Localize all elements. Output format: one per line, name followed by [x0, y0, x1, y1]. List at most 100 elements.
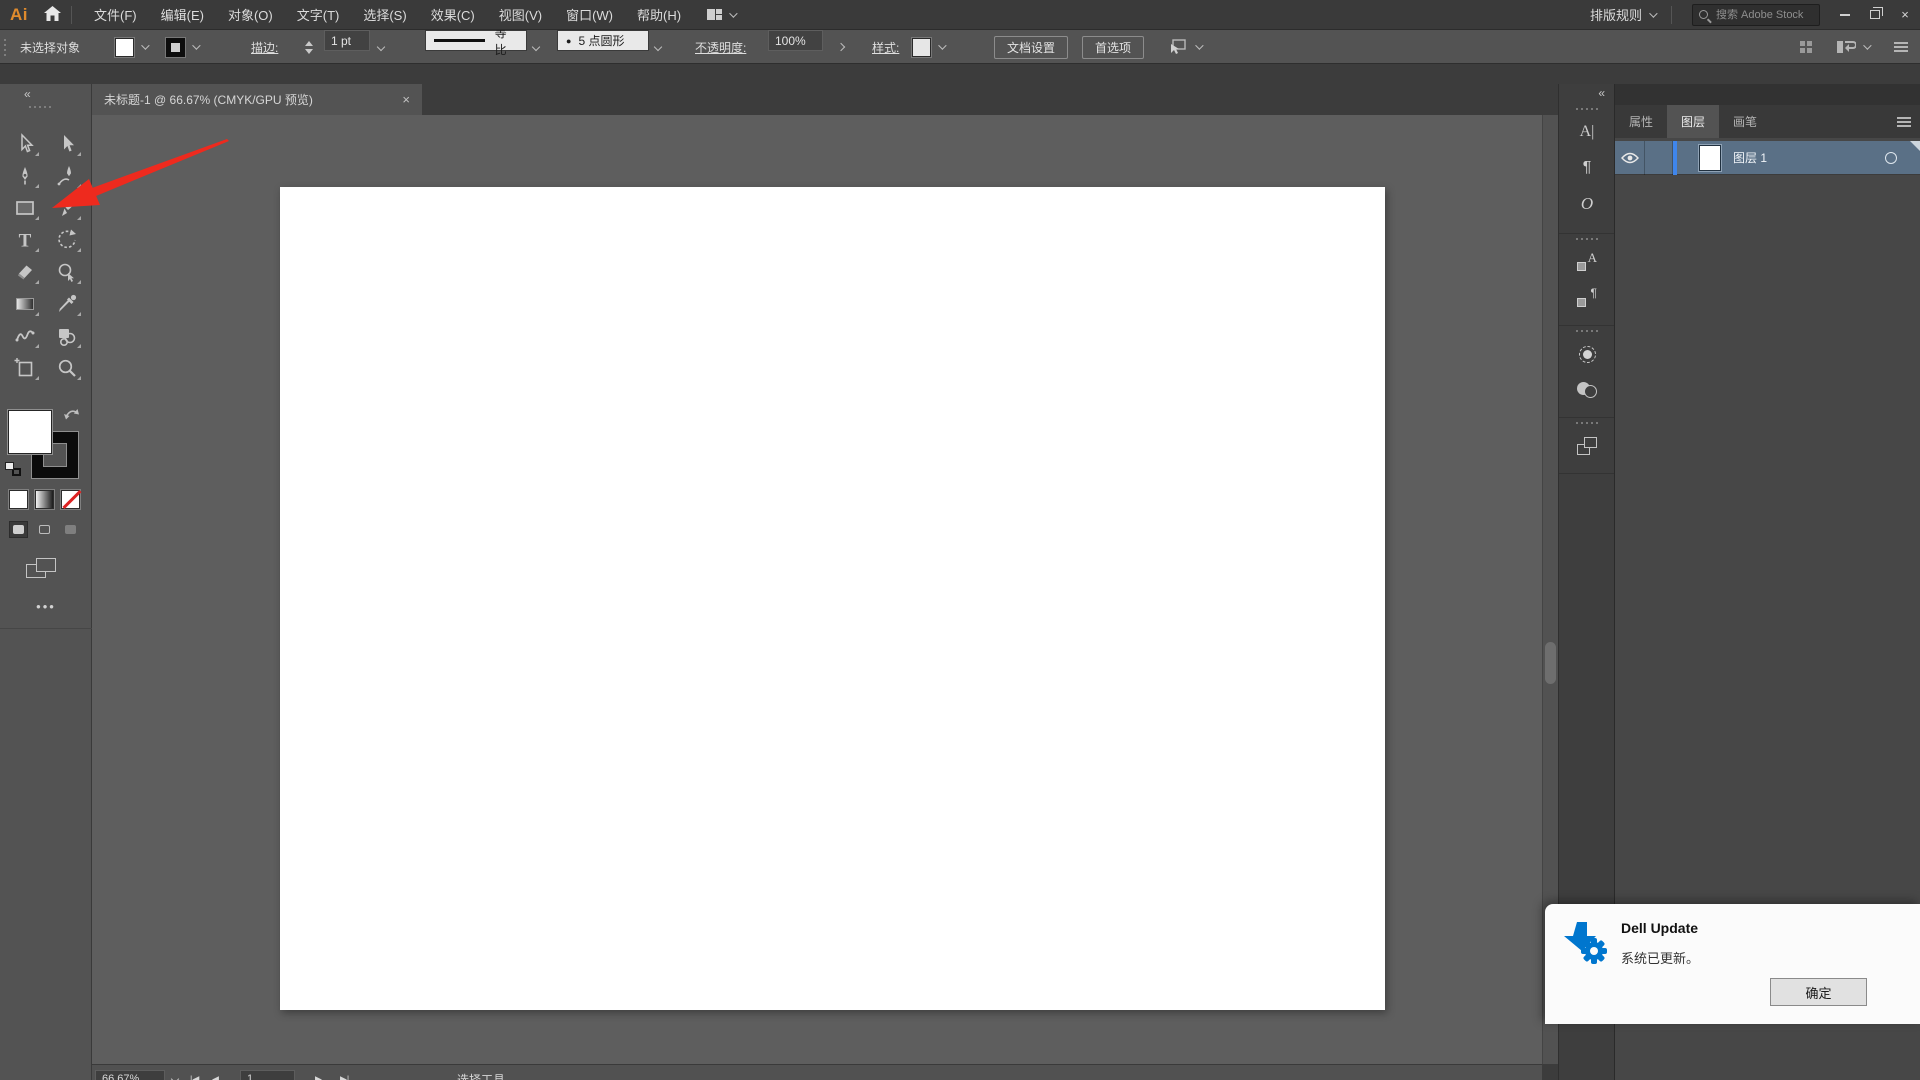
ok-button[interactable]: 确定	[1770, 978, 1867, 1006]
curvature-tool[interactable]	[49, 160, 85, 192]
drag-handle[interactable]	[4, 30, 6, 64]
stroke-profile-dropdown[interactable]: 等比	[425, 30, 527, 51]
screen-mode-button[interactable]	[24, 556, 68, 586]
menu-edit[interactable]: 编辑(E)	[149, 0, 216, 30]
layer-name[interactable]: 图层 1	[1733, 149, 1767, 166]
style-link[interactable]: 样式:	[872, 30, 899, 64]
opacity-field[interactable]: 100%	[768, 30, 823, 51]
control-panel-menu[interactable]	[1894, 30, 1908, 64]
pen-tool[interactable]	[7, 160, 43, 192]
dock-control-dropdown[interactable]	[1836, 30, 1869, 64]
drag-handle[interactable]	[1559, 234, 1615, 244]
stroke-weight-field[interactable]: 1 pt	[324, 30, 370, 51]
draw-normal-button[interactable]	[9, 521, 28, 538]
tab-layers[interactable]: 图层	[1667, 105, 1719, 138]
menu-window[interactable]: 窗口(W)	[554, 0, 625, 30]
gradient-tool[interactable]	[7, 288, 43, 320]
fill-color-box[interactable]	[8, 410, 52, 454]
transparency-panel-icon[interactable]	[1559, 372, 1615, 408]
drag-handle[interactable]	[1559, 418, 1615, 428]
color-mode-button[interactable]	[9, 490, 28, 509]
minimize-button[interactable]	[1830, 0, 1860, 30]
chevron-down-icon[interactable]	[729, 9, 737, 17]
menu-object[interactable]: 对象(O)	[216, 0, 285, 30]
artboard[interactable]	[280, 187, 1385, 1010]
default-fill-stroke-icon[interactable]	[5, 462, 21, 476]
restore-button[interactable]	[1860, 0, 1890, 30]
opentype-panel-icon[interactable]: O	[1559, 186, 1615, 222]
step-down-icon[interactable]	[305, 49, 313, 54]
preferences-button[interactable]: 首选项	[1082, 36, 1144, 59]
fill-color-swatch[interactable]	[115, 30, 147, 64]
document-tab[interactable]: 未标题-1 @ 66.67% (CMYK/GPU 预览) ×	[92, 84, 422, 115]
opacity-expand-button[interactable]	[838, 30, 844, 64]
menu-view[interactable]: 视图(V)	[487, 0, 554, 30]
appearance-panel-icon[interactable]	[1559, 336, 1615, 372]
layer-thumbnail[interactable]	[1699, 145, 1721, 171]
edit-toolbar-button[interactable]: •••	[0, 599, 92, 614]
menu-effect[interactable]: 效果(C)	[419, 0, 487, 30]
last-artboard-button[interactable]: ▶|	[340, 1070, 349, 1080]
blend-tool[interactable]	[7, 320, 43, 352]
gradient-mode-button[interactable]	[35, 490, 54, 509]
transform-panel-icon[interactable]	[1559, 428, 1615, 464]
stroke-profile-chevron[interactable]	[533, 30, 539, 64]
menu-type[interactable]: 文字(T)	[285, 0, 352, 30]
collapse-panel-icon[interactable]: «	[24, 87, 32, 101]
type-tool[interactable]: T	[7, 224, 43, 256]
zoom-level-field[interactable]: 66.67%	[95, 1070, 165, 1080]
eyedropper-tool[interactable]	[49, 288, 85, 320]
stroke-color-swatch[interactable]	[166, 30, 198, 64]
style-swatch[interactable]	[912, 30, 944, 64]
selection-tool[interactable]	[7, 128, 43, 160]
typography-rules-dropdown[interactable]: 排版规则	[1584, 5, 1661, 24]
stroke-weight-stepper[interactable]	[305, 30, 317, 64]
close-tab-icon[interactable]: ×	[402, 92, 410, 107]
stroke-link[interactable]: 描边:	[251, 30, 278, 64]
drag-handle[interactable]	[1559, 104, 1615, 114]
paintbrush-tool[interactable]	[49, 192, 85, 224]
drag-handle[interactable]	[1559, 326, 1615, 336]
document-setup-button[interactable]: 文档设置	[994, 36, 1068, 59]
opacity-link[interactable]: 不透明度:	[695, 30, 746, 64]
step-up-icon[interactable]	[305, 41, 313, 46]
draw-inside-button[interactable]	[61, 521, 80, 538]
direct-selection-tool[interactable]	[49, 128, 85, 160]
previous-artboard-button[interactable]: ◀	[212, 1070, 219, 1080]
touch-workspace-icon[interactable]	[1800, 30, 1812, 64]
menu-file[interactable]: 文件(F)	[82, 0, 149, 30]
scrollbar-thumb[interactable]	[1545, 642, 1556, 684]
tab-brushes[interactable]: 画笔	[1719, 105, 1771, 138]
tab-properties[interactable]: 属性	[1615, 105, 1667, 138]
menu-select[interactable]: 选择(S)	[351, 0, 418, 30]
menu-help[interactable]: 帮助(H)	[625, 0, 693, 30]
character-panel-icon[interactable]: A|	[1559, 114, 1615, 150]
eraser-tool[interactable]	[7, 256, 43, 288]
brush-chevron[interactable]	[655, 30, 661, 64]
artboard-number-field[interactable]: 1	[240, 1070, 295, 1080]
search-input[interactable]	[1716, 9, 1816, 21]
stroke-weight-dropdown[interactable]	[378, 30, 384, 64]
free-transform-tool[interactable]	[49, 256, 85, 288]
zoom-tool[interactable]	[49, 352, 85, 384]
stock-search[interactable]	[1692, 4, 1820, 26]
swap-fill-stroke-icon[interactable]	[62, 406, 82, 422]
isolate-selection-dropdown[interactable]	[1168, 30, 1201, 64]
layer-target-icon[interactable]	[1885, 152, 1897, 164]
zoom-dropdown[interactable]	[172, 1070, 178, 1080]
panel-menu-button[interactable]	[1897, 105, 1920, 138]
draw-behind-button[interactable]	[35, 521, 54, 538]
rotate-tool[interactable]	[49, 224, 85, 256]
layer-lock-toggle[interactable]	[1645, 141, 1673, 175]
artboard-tool[interactable]	[7, 352, 43, 384]
next-artboard-button[interactable]: ▶	[315, 1070, 322, 1080]
shape-builder-tool[interactable]	[49, 320, 85, 352]
none-mode-button[interactable]	[61, 490, 80, 509]
brush-dropdown[interactable]: ● 5 点圆形	[557, 30, 649, 51]
close-button[interactable]: ×	[1890, 0, 1920, 30]
workspace-switcher-icon[interactable]	[707, 9, 722, 20]
paragraph-styles-panel-icon[interactable]: ¶	[1559, 280, 1615, 316]
first-artboard-button[interactable]: |◀	[190, 1070, 199, 1080]
layer-row[interactable]: 图层 1	[1615, 141, 1920, 175]
expand-panels-icon[interactable]: «	[1598, 86, 1606, 100]
